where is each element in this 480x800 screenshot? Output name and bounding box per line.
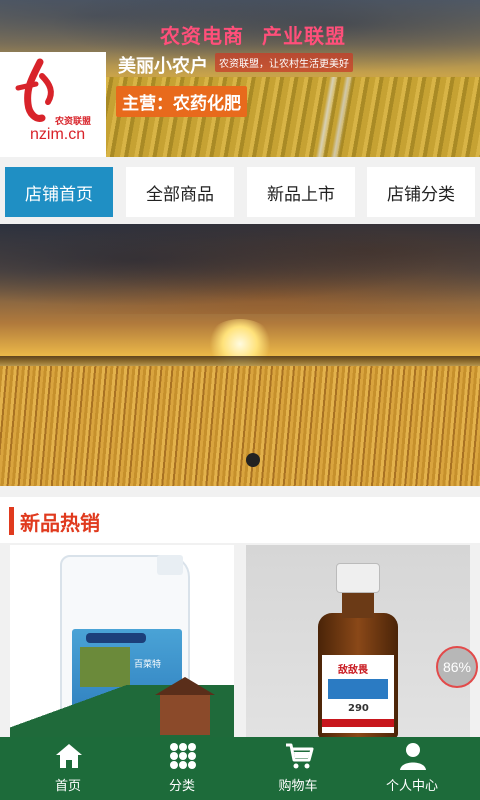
tab-home[interactable]: 首页 — [8, 737, 128, 800]
jug-brand-mark — [86, 633, 146, 643]
section-header: 新品热销 — [0, 497, 480, 543]
shop-nav: 店铺首页 全部商品 新品上市 店铺分类 — [0, 157, 480, 224]
progress-badge[interactable]: 86% — [436, 646, 478, 688]
header-road-image — [300, 77, 360, 157]
bottle-cap — [336, 563, 380, 593]
shop-logo[interactable]: 农资联盟 nzim.cn — [0, 52, 106, 157]
hero-treeline — [0, 356, 480, 366]
cart-icon — [286, 743, 314, 769]
tab-cart-label: 购物车 — [278, 779, 318, 794]
product-card[interactable]: 百菜特 — [10, 545, 234, 740]
shop-name: 美丽小农户 — [118, 56, 208, 77]
product-image-bottle: 敌敌畏 290 — [318, 563, 398, 738]
header-slogan: 农资电商 产业联盟 — [160, 24, 346, 48]
tab-cart[interactable]: 购物车 — [238, 737, 358, 800]
bottle-label-stripe — [322, 719, 394, 727]
logo-url-text: nzim.cn — [30, 126, 86, 143]
home-icon — [56, 744, 82, 768]
user-icon — [400, 743, 426, 770]
tab-categories-label: 分类 — [168, 779, 195, 794]
hero-clouds — [0, 224, 480, 314]
carousel-indicator-dot[interactable] — [246, 453, 260, 467]
bottle-neck — [342, 593, 374, 618]
hero-carousel[interactable] — [0, 224, 480, 486]
bottle-label-band — [328, 679, 388, 699]
nav-tab-shop-home[interactable]: 店铺首页 — [5, 167, 113, 217]
shop-tagline: 农资联盟，让农村生活更美好 — [215, 53, 353, 72]
shop-header: 农资电商 产业联盟 农资联盟 nzim.cn 美丽小农户 农资联盟，让农村生活更… — [0, 0, 480, 157]
tab-profile[interactable]: 个人中心 — [352, 737, 472, 800]
tab-categories[interactable]: 分类 — [122, 737, 242, 800]
hero-wheat-field — [0, 366, 480, 486]
product-house-graphic — [155, 677, 215, 735]
nav-tab-shop-categories[interactable]: 店铺分类 — [367, 167, 475, 217]
jug-cap — [157, 555, 183, 575]
tab-home-label: 首页 — [54, 779, 81, 794]
jug-label-text: 百菜特 — [134, 660, 162, 670]
bottle-label: 敌敌畏 290 — [322, 655, 394, 733]
bottle-label-volume: 290 — [348, 703, 369, 714]
tab-profile-label: 个人中心 — [385, 779, 438, 794]
bottle-label-title: 敌敌畏 — [338, 665, 368, 676]
main-business-badge: 主营：农药化肥 — [116, 86, 247, 117]
grid-icon — [170, 743, 196, 769]
nav-tab-new-arrivals[interactable]: 新品上市 — [247, 167, 355, 217]
jug-label-photo — [80, 647, 130, 687]
product-card[interactable]: 敌敌畏 290 — [246, 545, 470, 740]
section-title: 新品热销 — [20, 511, 100, 535]
bottom-tabbar: 首页 分类 购物车 个人中心 — [0, 737, 480, 800]
section-accent-bar — [9, 507, 14, 535]
nav-tab-all-products[interactable]: 全部商品 — [126, 167, 234, 217]
